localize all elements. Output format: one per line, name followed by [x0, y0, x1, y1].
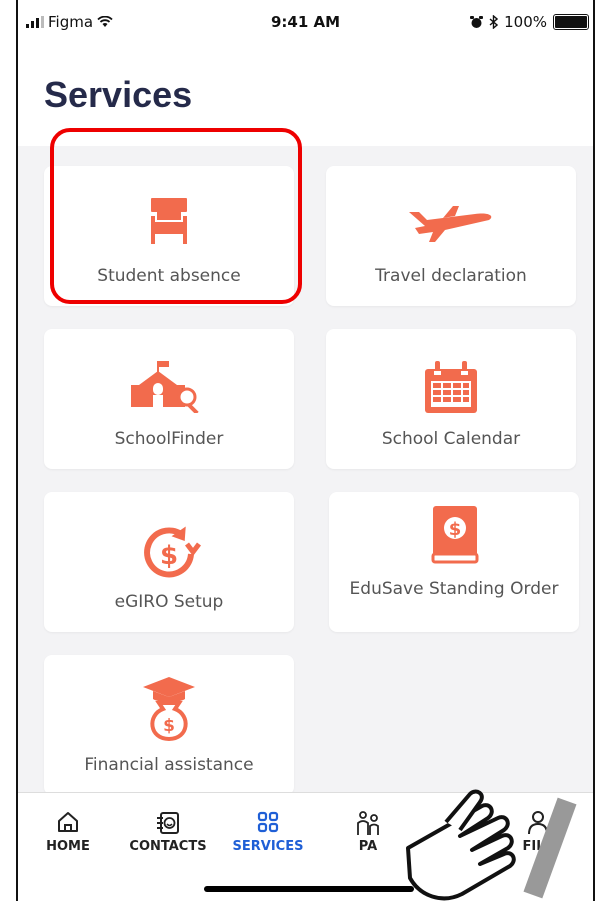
home-icon — [18, 811, 118, 839]
service-card-edusave-standing-order[interactable]: $ EduSave Standing Order — [329, 492, 579, 632]
service-label: Financial assistance — [84, 755, 254, 775]
tab-contacts[interactable]: CONTACTS — [118, 811, 218, 854]
home-indicator — [204, 886, 414, 892]
service-label: eGIRO Setup — [114, 592, 224, 612]
page-title: Services — [44, 74, 193, 115]
status-right: 100% — [470, 13, 589, 31]
graduation-money-bag-icon: $ — [44, 677, 294, 741]
svg-text:$: $ — [449, 519, 462, 540]
tab-services[interactable]: SERVICES — [218, 811, 318, 854]
tab-home[interactable]: HOME — [18, 811, 118, 854]
recurring-dollar-icon: $ — [44, 524, 294, 584]
status-bar: Figma 9:41 AM 100% — [18, 0, 593, 44]
pointing-hand-icon — [406, 789, 577, 901]
airplane-icon — [326, 198, 576, 258]
tab-label: HOME — [46, 839, 90, 854]
svg-text:$: $ — [160, 541, 178, 571]
service-label: EduSave Standing Order — [349, 579, 559, 599]
contacts-icon — [118, 811, 218, 839]
school-search-icon — [44, 361, 294, 421]
service-card-school-calendar[interactable]: School Calendar — [326, 329, 576, 469]
service-card-financial-assistance[interactable]: $ Financial assistance — [44, 655, 294, 795]
alarm-icon — [470, 15, 484, 28]
tab-label: SERVICES — [232, 839, 304, 854]
phone-screen: Figma 9:41 AM 100% Services Student abse… — [16, 0, 595, 901]
service-label: School Calendar — [381, 429, 521, 449]
service-card-schoolfinder[interactable]: SchoolFinder — [44, 329, 294, 469]
calendar-icon — [326, 361, 576, 421]
service-label: Travel declaration — [375, 266, 527, 286]
service-card-egiro-setup[interactable]: $ eGIRO Setup — [44, 492, 294, 632]
bluetooth-icon — [489, 15, 499, 29]
svg-text:$: $ — [163, 716, 175, 736]
battery-percent: 100% — [504, 13, 547, 31]
tab-label: CONTACTS — [129, 839, 207, 854]
dollar-book-icon: $ — [329, 506, 579, 566]
service-card-travel-declaration[interactable]: Travel declaration — [326, 166, 576, 306]
service-label: SchoolFinder — [114, 429, 224, 449]
battery-icon — [553, 14, 589, 30]
highlight-annotation — [50, 128, 302, 304]
grid-icon — [218, 811, 318, 839]
